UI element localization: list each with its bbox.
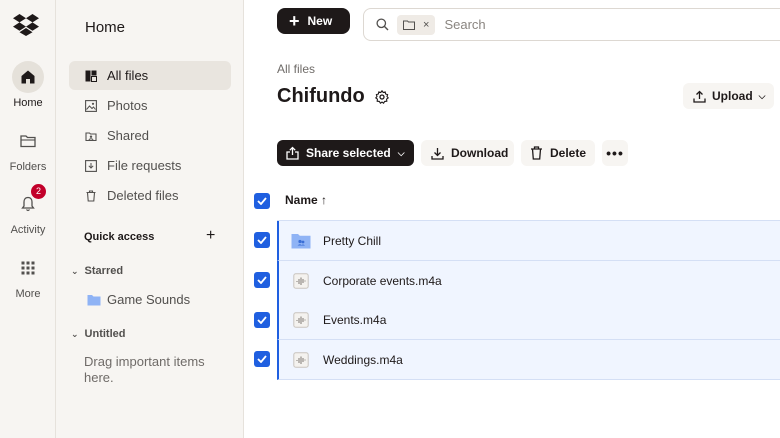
chevron-down-icon: ⌵ xyxy=(397,147,405,158)
sidebar-item-label: All files xyxy=(107,68,149,83)
new-button[interactable]: + New xyxy=(277,8,350,34)
upload-button[interactable]: Upload ⌵ xyxy=(683,83,774,109)
share-selected-label: Share selected xyxy=(306,146,391,160)
rail-item-label: Home xyxy=(13,97,43,109)
photo-icon xyxy=(85,99,97,112)
download-button[interactable]: Download xyxy=(421,140,514,166)
gear-icon[interactable] xyxy=(374,89,389,104)
audio-file-icon xyxy=(291,311,311,329)
sidebar-item-label: File requests xyxy=(107,158,182,173)
notification-badge: 2 xyxy=(31,184,46,199)
quick-access-add-button[interactable]: + xyxy=(206,227,215,245)
sidebar-item-file-requests[interactable]: File requests xyxy=(69,151,231,180)
table-row[interactable]: Events.m4a xyxy=(277,300,780,340)
file-name[interactable]: Events.m4a xyxy=(323,313,386,327)
dropbox-logo-icon[interactable] xyxy=(13,14,39,36)
trash-icon xyxy=(85,189,97,202)
sidebar-title: Home xyxy=(85,19,126,36)
row-checkbox[interactable] xyxy=(254,272,270,288)
chevron-down-icon: ⌵ xyxy=(758,90,766,101)
shared-folder-icon xyxy=(291,232,311,250)
trash-icon xyxy=(530,146,543,160)
rail-item-folders[interactable]: Folders xyxy=(0,125,56,173)
drag-hint-text: Drag important items here. xyxy=(84,354,205,385)
starred-item-label: Game Sounds xyxy=(107,292,191,307)
chip-close-icon[interactable]: × xyxy=(423,19,429,31)
folder-icon xyxy=(87,294,101,305)
plus-icon: + xyxy=(289,11,300,31)
folder-icon xyxy=(403,20,415,30)
starred-section-toggle[interactable]: ⌄ Starred xyxy=(71,265,123,277)
chevron-down-icon: ⌄ xyxy=(71,328,79,339)
name-column-header[interactable]: Name ↑ xyxy=(285,193,327,207)
delete-label: Delete xyxy=(550,146,587,160)
row-checkbox[interactable] xyxy=(254,312,270,328)
new-button-label: New xyxy=(307,14,333,28)
chevron-down-icon: ⌄ xyxy=(71,265,79,276)
rail-item-home[interactable]: Home xyxy=(0,61,56,109)
table-row[interactable]: Corporate events.m4a xyxy=(277,261,780,301)
checkmark-icon xyxy=(257,355,267,363)
page-title-row: Chifundo xyxy=(277,85,389,108)
sidebar-item-photos[interactable]: Photos xyxy=(69,91,231,120)
breadcrumb[interactable]: All files xyxy=(277,62,315,76)
upload-button-label: Upload xyxy=(712,89,753,103)
home-icon xyxy=(12,61,44,93)
search-icon xyxy=(376,18,389,31)
shared-icon xyxy=(85,130,97,142)
quick-access-heading: Quick access xyxy=(84,231,155,243)
more-options-button[interactable]: ••• xyxy=(602,140,628,166)
delete-button[interactable]: Delete xyxy=(521,140,595,166)
row-checkbox[interactable] xyxy=(254,351,270,367)
file-name[interactable]: Pretty Chill xyxy=(323,234,381,248)
rail-item-label: More xyxy=(15,288,41,300)
file-name[interactable]: Corporate events.m4a xyxy=(323,274,442,288)
sidebar-item-label: Deleted files xyxy=(107,188,179,203)
share-icon xyxy=(286,146,299,160)
sidebar: Home All files Photos Shared File reques… xyxy=(56,0,244,438)
more-icon: ••• xyxy=(606,145,624,161)
sidebar-item-all-files[interactable]: All files xyxy=(69,61,231,90)
search-placeholder: Search xyxy=(444,17,486,32)
sidebar-item-label: Photos xyxy=(107,98,148,113)
starred-heading: Starred xyxy=(84,265,124,277)
share-selected-button[interactable]: Share selected ⌵ xyxy=(277,140,414,166)
audio-file-icon xyxy=(291,272,311,290)
download-icon xyxy=(431,147,444,160)
checkmark-icon xyxy=(257,276,267,284)
select-all-checkbox[interactable] xyxy=(254,193,270,209)
untitled-heading: Untitled xyxy=(84,328,126,340)
upload-icon xyxy=(693,90,706,103)
download-label: Download xyxy=(451,146,509,160)
table-row[interactable]: Weddings.m4a xyxy=(277,340,780,380)
page-title: Chifundo xyxy=(277,85,365,107)
file-name[interactable]: Weddings.m4a xyxy=(323,353,403,367)
rail-item-activity[interactable]: 2 Activity xyxy=(0,184,56,236)
search-scope-chip[interactable]: × xyxy=(397,14,436,35)
rail-item-label: Activity xyxy=(10,224,46,236)
checkmark-icon xyxy=(257,197,267,205)
file-request-icon xyxy=(85,159,97,172)
rail-item-label: Folders xyxy=(9,161,47,173)
checkmark-icon xyxy=(257,316,267,324)
sidebar-item-deleted-files[interactable]: Deleted files xyxy=(69,181,231,210)
untitled-section-toggle[interactable]: ⌄ Untitled xyxy=(71,328,126,340)
row-checkbox[interactable] xyxy=(254,232,270,248)
checkmark-icon xyxy=(257,236,267,244)
sidebar-item-shared[interactable]: Shared xyxy=(69,121,231,150)
table-row[interactable]: Pretty Chill xyxy=(277,221,780,261)
starred-item-game-sounds[interactable]: Game Sounds xyxy=(87,292,190,307)
search-input[interactable]: × Search xyxy=(363,8,780,41)
folder-icon xyxy=(12,125,44,157)
grid-icon xyxy=(12,252,44,284)
files-icon xyxy=(85,70,97,82)
rail-item-more[interactable]: More xyxy=(0,252,56,300)
app-rail: Home Folders 2 Activity More xyxy=(0,0,56,438)
audio-file-icon xyxy=(291,351,311,369)
sidebar-item-label: Shared xyxy=(107,128,149,143)
